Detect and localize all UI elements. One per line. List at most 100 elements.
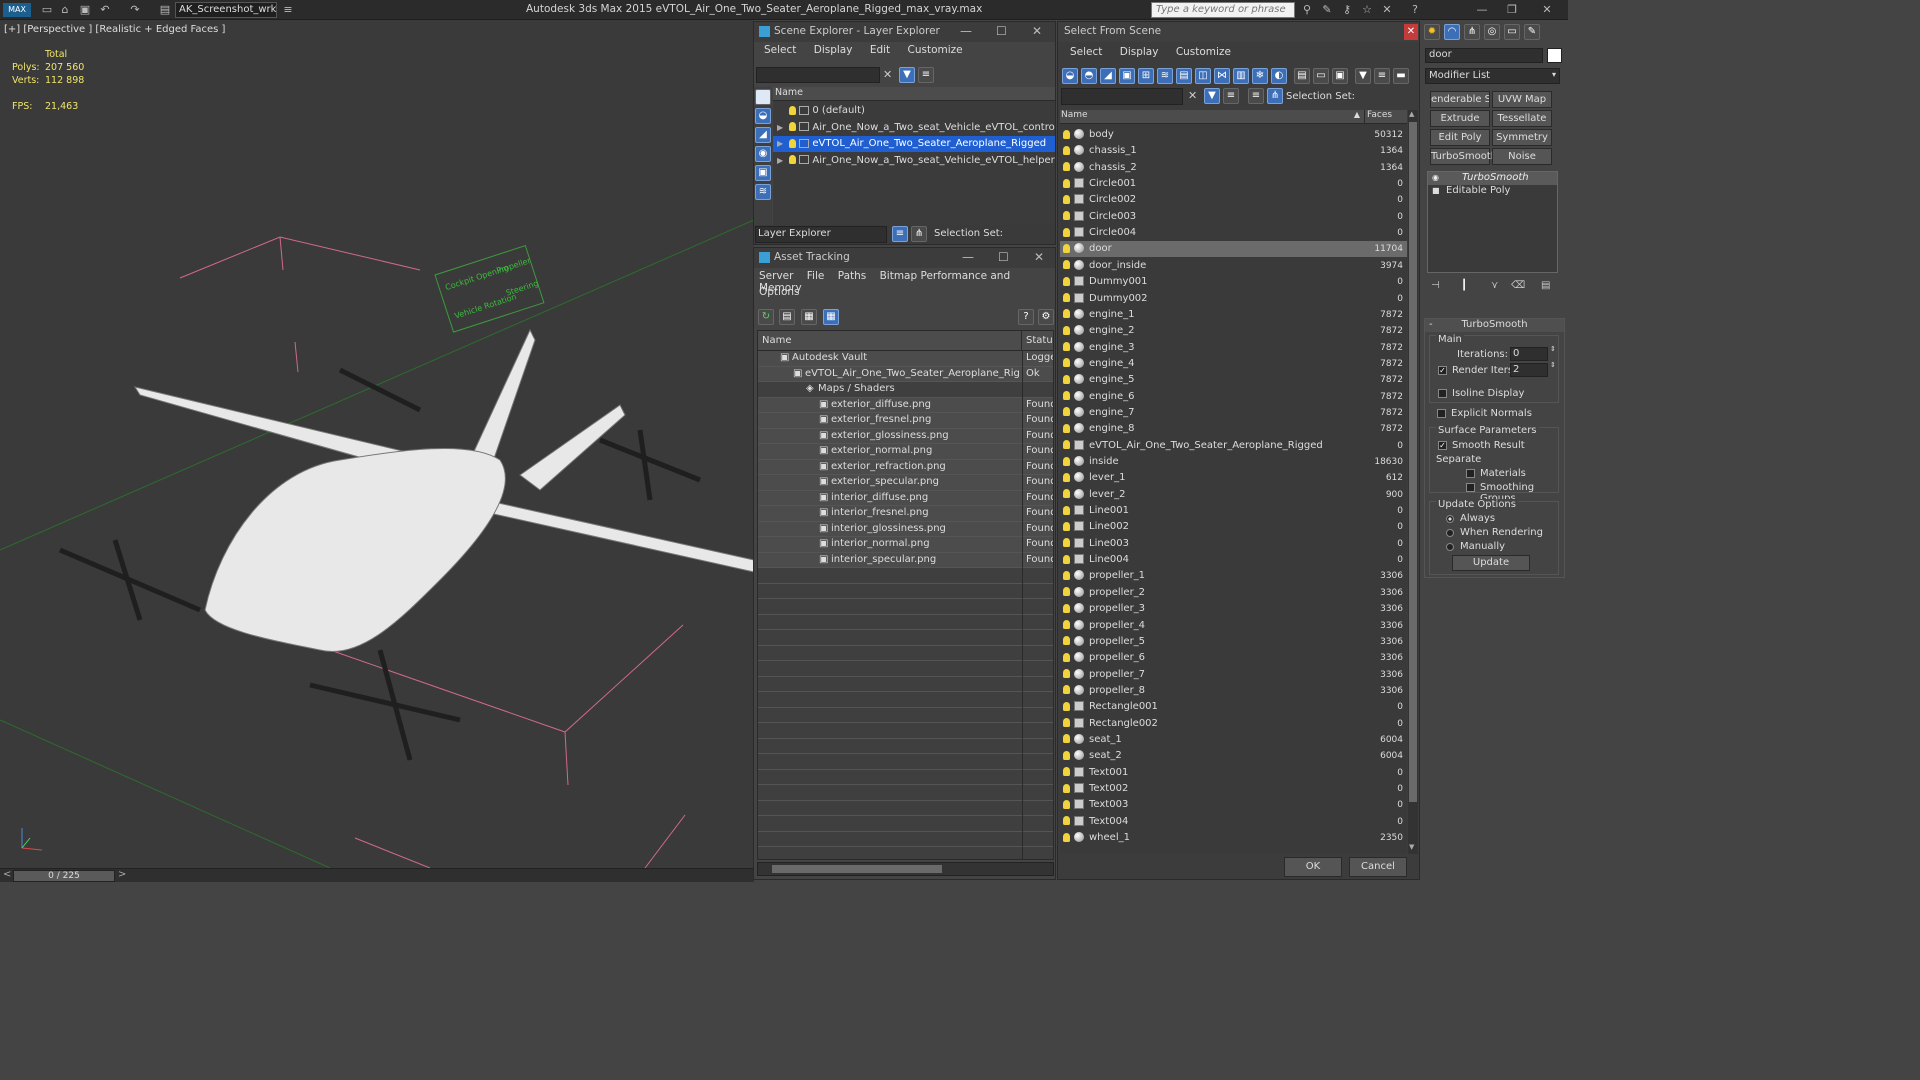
lights-filter-icon[interactable]: ◢: [1100, 68, 1116, 84]
close-icon[interactable]: ✕: [1034, 250, 1044, 264]
lightbulb-icon[interactable]: [1063, 176, 1070, 192]
layer-row[interactable]: ▶ Air_One_Now_a_Two_seat_Vehicle_eVTOL_h…: [773, 153, 1055, 169]
asset-tracking-titlebar[interactable]: Asset Tracking — ☐ ✕: [754, 248, 1055, 268]
sort-ascending-icon[interactable]: ▲: [1354, 110, 1360, 119]
object-row[interactable]: engine_3 7872: [1060, 340, 1407, 356]
asset-row[interactable]: ▣ interior_fresnel.png Found: [758, 506, 1053, 522]
workspace-menu-icon[interactable]: ≡: [281, 3, 295, 17]
lightbulb-icon[interactable]: [1063, 797, 1070, 813]
lightbulb-icon[interactable]: [1063, 454, 1070, 470]
open-file-icon[interactable]: ⌂: [58, 3, 72, 17]
asset-horizontal-scrollbar[interactable]: [757, 862, 1054, 876]
filter-icon[interactable]: ▼: [1204, 88, 1220, 104]
object-row[interactable]: engine_6 7872: [1060, 389, 1407, 405]
object-row[interactable]: Rectangle001 0: [1060, 699, 1407, 715]
filter-list-icon[interactable]: ≡: [1374, 68, 1390, 84]
help-icon[interactable]: ?: [1408, 3, 1422, 17]
lightbulb-icon[interactable]: [1063, 241, 1070, 257]
lightbulb-icon[interactable]: [1063, 340, 1070, 356]
lightbulb-icon[interactable]: [1063, 748, 1070, 764]
render-iters-spinner[interactable]: 2: [1510, 363, 1548, 377]
lightbulb-icon[interactable]: [1063, 421, 1070, 437]
lightbulb-icon[interactable]: [1063, 307, 1070, 323]
layer-manager-icon[interactable]: ≡: [892, 226, 908, 242]
shapes-filter-icon[interactable]: ◓: [1081, 68, 1097, 84]
object-row[interactable]: body 50312: [1060, 127, 1407, 143]
menu-options[interactable]: Options: [759, 286, 800, 298]
close-icon[interactable]: ✕: [1032, 24, 1042, 38]
object-row[interactable]: seat_2 6004: [1060, 748, 1407, 764]
display-helpers-icon[interactable]: ≋: [755, 184, 771, 200]
object-row[interactable]: Line002 0: [1060, 519, 1407, 535]
lightbulb-icon[interactable]: [1063, 274, 1070, 290]
modifier-button-5[interactable]: Edit Poly: [1430, 129, 1490, 146]
stack-item-turbosmooth[interactable]: ◉ TurboSmooth: [1428, 172, 1557, 185]
remove-modifier-icon[interactable]: ⌫: [1511, 280, 1525, 291]
tools-icon[interactable]: ✎: [1320, 3, 1334, 17]
lightbulb-icon[interactable]: [1063, 470, 1070, 486]
lightbulb-icon[interactable]: [1063, 568, 1070, 584]
settings-icon[interactable]: ⚙: [1038, 309, 1054, 325]
object-row[interactable]: propeller_4 3306: [1060, 618, 1407, 634]
make-unique-icon[interactable]: ⋎: [1491, 280, 1498, 291]
asset-name-column-header[interactable]: Name: [758, 331, 1022, 351]
asset-row[interactable]: ▣ exterior_fresnel.png Found: [758, 413, 1053, 429]
object-row[interactable]: Circle003 0: [1060, 209, 1407, 225]
lightbulb-icon[interactable]: [1063, 192, 1070, 208]
lightbulb-icon[interactable]: [1063, 601, 1070, 617]
turbosmooth-rollout-header[interactable]: - TurboSmooth: [1425, 319, 1564, 332]
lightbulb-icon[interactable]: [1063, 552, 1070, 568]
scrollbar-thumb[interactable]: [772, 865, 942, 873]
lightbulb-icon[interactable]: [1063, 127, 1070, 143]
filter-options-icon[interactable]: ≡: [918, 67, 934, 83]
maximize-icon[interactable]: ☐: [998, 250, 1009, 264]
new-file-icon[interactable]: ▭: [40, 3, 54, 17]
object-row[interactable]: Text004 0: [1060, 814, 1407, 830]
smoothing-groups-checkbox[interactable]: [1466, 483, 1475, 492]
display-geometry-icon[interactable]: ◒: [755, 108, 771, 124]
collapse-rollout-icon[interactable]: -: [1429, 319, 1433, 330]
asset-row[interactable]: ▣ interior_normal.png Found: [758, 537, 1053, 553]
select-from-scene-titlebar[interactable]: Select From Scene ✕: [1058, 22, 1419, 42]
scroll-up-icon[interactable]: ▲: [1409, 110, 1414, 118]
groups-filter-icon[interactable]: ▤: [1176, 68, 1192, 84]
key-icon[interactable]: ⚷: [1340, 3, 1354, 17]
lightbulb-icon[interactable]: [1063, 503, 1070, 519]
scene-explorer-titlebar[interactable]: Scene Explorer - Layer Explorer — ☐ ✕: [754, 22, 1055, 42]
refresh-icon[interactable]: ↻: [758, 309, 774, 325]
cameras-filter-icon[interactable]: ▣: [1119, 68, 1135, 84]
display-shapes-icon[interactable]: ◢: [755, 127, 771, 143]
modifier-button-4[interactable]: Tessellate: [1492, 110, 1552, 127]
project-folder-icon[interactable]: ▤: [158, 3, 172, 17]
bones-filter-icon[interactable]: ⋈: [1214, 68, 1230, 84]
exchange-icon[interactable]: ✕: [1380, 3, 1394, 17]
asset-row[interactable]: ▣ exterior_refraction.png Found: [758, 459, 1053, 475]
time-slider[interactable]: < 0 / 225 >: [0, 868, 754, 882]
object-row[interactable]: propeller_6 3306: [1060, 650, 1407, 666]
display-none-icon[interactable]: [755, 89, 771, 105]
object-row[interactable]: Line001 0: [1060, 503, 1407, 519]
keyword-search-input[interactable]: Type a keyword or phrase: [1151, 2, 1295, 18]
lightbulb-icon[interactable]: [1063, 716, 1070, 732]
favorites-star-icon[interactable]: ☆: [1360, 3, 1374, 17]
clear-search-icon[interactable]: ✕: [1188, 89, 1197, 102]
lightbulb-icon[interactable]: [1063, 438, 1070, 454]
render-iters-checkbox[interactable]: ✓: [1438, 366, 1447, 375]
undo-icon[interactable]: ↶: [98, 3, 112, 17]
asset-row[interactable]: ▣ exterior_glossiness.png Found: [758, 428, 1053, 444]
object-row[interactable]: propeller_2 3306: [1060, 585, 1407, 601]
lightbulb-icon[interactable]: [1063, 487, 1070, 503]
modifier-list-dropdown[interactable]: Modifier List ▾: [1425, 68, 1560, 84]
modifier-button-3[interactable]: Extrude: [1430, 110, 1490, 127]
object-row[interactable]: wheel_1 2350: [1060, 830, 1407, 846]
asset-row[interactable]: ▣eVTOL_Air_One_Two_Seater_Aeroplane_Rigg…: [758, 366, 1053, 382]
select-none-icon[interactable]: ▭: [1313, 68, 1329, 84]
object-row[interactable]: eVTOL_Air_One_Two_Seater_Aeroplane_Rigge…: [1060, 438, 1407, 454]
list-view-icon[interactable]: ▤: [779, 309, 795, 325]
ok-button[interactable]: OK: [1284, 857, 1342, 877]
lightbulb-icon[interactable]: [1063, 372, 1070, 388]
menu-paths[interactable]: Paths: [838, 270, 867, 282]
filter-icon[interactable]: ▼: [899, 67, 915, 83]
redo-icon[interactable]: ↷: [128, 3, 142, 17]
lightbulb-icon[interactable]: [1063, 650, 1070, 666]
